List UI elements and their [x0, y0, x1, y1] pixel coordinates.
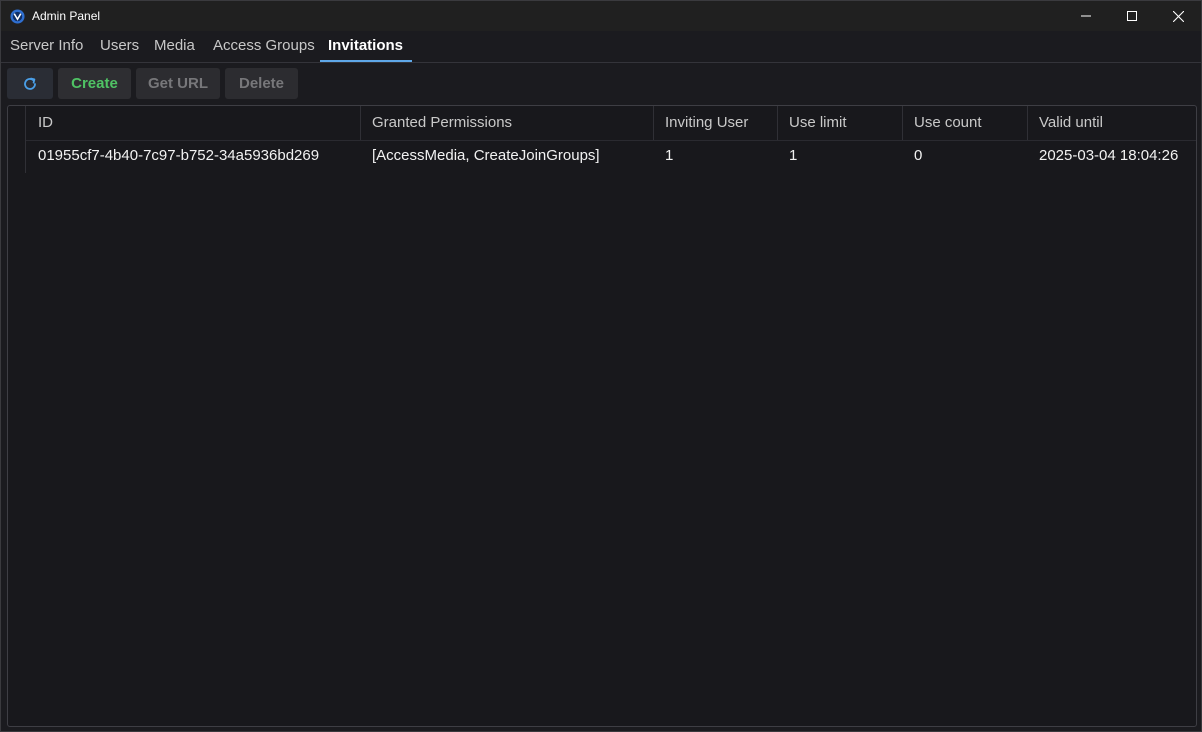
- maximize-icon: [1127, 11, 1137, 21]
- column-header-valid-until[interactable]: Valid until: [1027, 106, 1196, 140]
- active-tab-indicator: [320, 60, 412, 62]
- tab-media[interactable]: Media: [154, 31, 195, 62]
- cell-inviting-user: 1: [665, 147, 674, 164]
- refresh-button[interactable]: [7, 68, 53, 99]
- cell-valid-until: 2025-03-04 18:04:26: [1039, 147, 1179, 164]
- table-header-row: ID Granted Permissions Inviting User Use…: [26, 106, 1196, 141]
- column-header-use-count[interactable]: Use count: [902, 106, 1027, 140]
- close-icon: [1172, 10, 1184, 22]
- title-bar[interactable]: Admin Panel: [1, 1, 1201, 31]
- cell-granted-permissions: [AccessMedia, CreateJoinGroups]: [372, 147, 600, 164]
- tab-bar: Server Info Users Media Access Groups In…: [1, 31, 1201, 63]
- delete-button[interactable]: Delete: [225, 68, 298, 99]
- window-title: Admin Panel: [32, 9, 101, 23]
- minimize-button[interactable]: [1063, 1, 1109, 31]
- tab-users[interactable]: Users: [100, 31, 139, 62]
- column-header-id[interactable]: ID: [26, 106, 360, 140]
- table-row[interactable]: 01955cf7-4b40-7c97-b752-34a5936bd269 [Ac…: [26, 140, 1196, 172]
- app-logo-icon: [10, 9, 25, 24]
- cell-id: 01955cf7-4b40-7c97-b752-34a5936bd269: [38, 147, 320, 164]
- cell-use-limit: 1: [789, 147, 798, 164]
- tab-invitations[interactable]: Invitations: [328, 31, 403, 62]
- column-header-granted-permissions[interactable]: Granted Permissions: [360, 106, 653, 140]
- admin-panel-window: Admin Panel Server Info Users Media Acce…: [0, 0, 1202, 732]
- tab-server-info[interactable]: Server Info: [10, 31, 83, 62]
- invitations-table[interactable]: ID Granted Permissions Inviting User Use…: [7, 105, 1197, 727]
- refresh-icon: [24, 77, 36, 90]
- cell-use-count: 0: [914, 147, 923, 164]
- get-url-button[interactable]: Get URL: [136, 68, 220, 99]
- close-button[interactable]: [1155, 1, 1201, 31]
- column-header-inviting-user[interactable]: Inviting User: [653, 106, 777, 140]
- create-button[interactable]: Create: [58, 68, 131, 99]
- tab-access-groups[interactable]: Access Groups: [213, 31, 315, 62]
- column-header-use-limit[interactable]: Use limit: [777, 106, 902, 140]
- minimize-icon: [1081, 15, 1091, 17]
- maximize-button[interactable]: [1109, 1, 1155, 31]
